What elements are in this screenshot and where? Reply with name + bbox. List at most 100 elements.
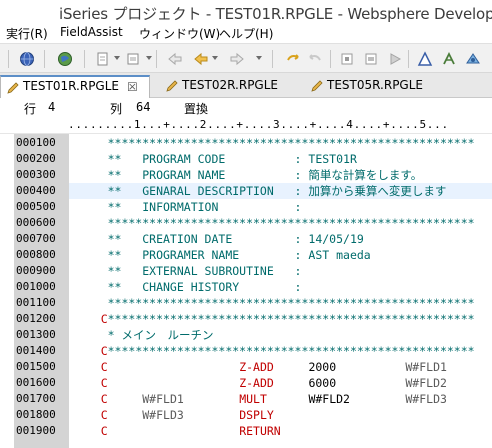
pencil-icon (311, 80, 323, 92)
line-code[interactable]: ** PROGRAMER NAME : AST maeda (69, 247, 492, 263)
menu-run[interactable]: 実行(R) (6, 25, 48, 42)
web-icon[interactable] (56, 50, 74, 68)
line-code[interactable]: ****************************************… (69, 215, 492, 231)
source-editor[interactable]: 000100 *********************************… (0, 134, 492, 448)
source-line[interactable]: 001000 ** CHANGE HISTORY : (0, 279, 492, 295)
line-number: 000300 (16, 168, 56, 181)
menu-fieldassist[interactable]: FieldAssist (60, 25, 123, 39)
line-value: 4 (48, 100, 56, 114)
toolbar-separator (330, 50, 331, 68)
back-icon[interactable] (166, 50, 184, 68)
editor-tabs: TEST01R.RPGLE ☒ TEST02R.RPGLE TEST05R.RP… (0, 73, 492, 99)
line-number: 001800 (16, 408, 56, 421)
source-line[interactable]: 000500 ** INFORMATION : (0, 199, 492, 215)
source-line[interactable]: 000600 *********************************… (0, 215, 492, 231)
source-line[interactable]: 001600 C Z-ADD 6000 W#FLD2 (0, 375, 492, 391)
window-title: iSeries プロジェクト - TEST01R.RPGLE - Websphe… (0, 0, 492, 25)
open-icon[interactable] (124, 50, 142, 68)
chevron-down-icon[interactable] (114, 56, 120, 60)
tab-label: TEST05R.RPGLE (327, 78, 423, 92)
line-number: 000800 (16, 248, 56, 261)
source-line[interactable]: 000200 ** PROGRAM CODE : TEST01R (0, 151, 492, 167)
line-number: 000200 (16, 152, 56, 165)
line-code[interactable]: C Z-ADD 2000 W#FLD1 (69, 359, 492, 375)
tab-test02r[interactable]: TEST02R.RPGLE (160, 75, 300, 98)
line-number: 000100 (16, 136, 56, 149)
source-line[interactable]: 001800 C W#FLD3 DSPLY (0, 407, 492, 423)
line-number: 001300 (16, 328, 56, 341)
line-code[interactable]: ****************************************… (69, 295, 492, 311)
line-code[interactable]: ** INFORMATION : (69, 199, 492, 215)
toolbar-separator (156, 50, 157, 68)
undo-icon[interactable] (284, 50, 302, 68)
toolbar-separator (84, 50, 85, 68)
stop-icon[interactable] (338, 50, 356, 68)
play-icon[interactable] (386, 50, 404, 68)
line-code[interactable]: ** CREATION DATE : 14/05/19 (69, 231, 492, 247)
source-line[interactable]: 000900 ** EXTERNAL SUBROUTINE : (0, 263, 492, 279)
sync-icon[interactable] (440, 50, 458, 68)
line-code[interactable]: C***************************************… (69, 343, 492, 359)
toolbar (0, 43, 492, 73)
source-line[interactable]: 000800 ** PROGRAMER NAME : AST maeda (0, 247, 492, 263)
triangle-icon[interactable] (416, 50, 434, 68)
debug-icon[interactable] (464, 50, 482, 68)
line-number: 000700 (16, 232, 56, 245)
source-line[interactable]: 001200 C********************************… (0, 311, 492, 327)
chevron-down-icon[interactable] (146, 56, 152, 60)
run-icon[interactable] (362, 50, 380, 68)
menu-bar: 実行(R) FieldAssist ウィンドウ(W) ヘルプ(H) (0, 24, 492, 43)
ruler-text: .........1...+....2....+....3....+....4.… (68, 118, 449, 131)
line-code[interactable]: ****************************************… (69, 135, 492, 151)
source-line[interactable]: 001900 C RETURN (0, 423, 492, 439)
line-number: 001100 (16, 296, 56, 309)
menu-help[interactable]: ヘルプ(H) (219, 25, 273, 42)
line-number: 000500 (16, 200, 56, 213)
toolbar-separator (44, 50, 45, 68)
source-line[interactable]: 000100 *********************************… (0, 135, 492, 151)
line-code[interactable]: ** EXTERNAL SUBROUTINE : (69, 263, 492, 279)
line-number: 001700 (16, 392, 56, 405)
line-code[interactable]: C W#FLD1 MULT W#FLD2 W#FLD3 (69, 391, 492, 407)
tab-test05r[interactable]: TEST05R.RPGLE (305, 75, 445, 98)
source-line[interactable]: 001400 C********************************… (0, 343, 492, 359)
source-line[interactable]: 000300 ** PROGRAM NAME : 簡単な計算をします。 (0, 167, 492, 183)
line-number: 000600 (16, 216, 56, 229)
line-number: 001400 (16, 344, 56, 357)
tab-label: TEST02R.RPGLE (182, 78, 278, 92)
line-code[interactable]: C W#FLD3 DSPLY (69, 407, 492, 423)
tab-test01r[interactable]: TEST01R.RPGLE ☒ (0, 75, 150, 99)
toolbar-separator (8, 50, 9, 68)
source-line[interactable]: 000700 ** CREATION DATE : 14/05/19 (0, 231, 492, 247)
line-code[interactable]: ** PROGRAM CODE : TEST01R (69, 151, 492, 167)
line-code[interactable]: C Z-ADD 6000 W#FLD2 (69, 375, 492, 391)
forward-arrow-icon[interactable] (192, 50, 210, 68)
source-line[interactable]: 001100 *********************************… (0, 295, 492, 311)
source-line[interactable]: 001500 C Z-ADD 2000 W#FLD1 (0, 359, 492, 375)
redo-icon[interactable] (306, 50, 324, 68)
column-ruler: .........1...+....2....+....3....+....4.… (0, 117, 492, 134)
close-icon[interactable]: ☒ (127, 80, 138, 94)
pencil-icon (166, 80, 178, 92)
line-number: 000400 (16, 184, 56, 197)
line-code[interactable]: C***************************************… (69, 311, 492, 327)
line-code[interactable]: C RETURN (69, 423, 492, 439)
chevron-down-icon[interactable] (256, 56, 262, 60)
globe-icon[interactable] (18, 50, 36, 68)
edit-mode: 置換 (184, 102, 209, 116)
tab-label: TEST01R.RPGLE (23, 79, 119, 93)
new-icon[interactable] (94, 50, 112, 68)
line-code[interactable]: * メイン ルーチン (69, 327, 492, 343)
pencil-icon (7, 82, 19, 94)
line-code[interactable]: ** CHANGE HISTORY : (69, 279, 492, 295)
cursor-position-bar: 行 4 列 64 置換 (0, 98, 492, 117)
chevron-down-icon[interactable] (212, 56, 218, 60)
line-number: 000900 (16, 264, 56, 277)
source-line[interactable]: 000400 ** GENARAL DESCRIPTION : 加算から乗算へ変… (0, 183, 492, 199)
line-code[interactable]: ** PROGRAM NAME : 簡単な計算をします。 (69, 167, 492, 183)
source-line[interactable]: 001700 C W#FLD1 MULT W#FLD2 W#FLD3 (0, 391, 492, 407)
forward-icon[interactable] (228, 50, 246, 68)
source-line[interactable]: 001300 * メイン ルーチン (0, 327, 492, 343)
line-code[interactable]: ** GENARAL DESCRIPTION : 加算から乗算へ変更します (69, 183, 492, 199)
menu-window[interactable]: ウィンドウ(W) (139, 25, 220, 42)
